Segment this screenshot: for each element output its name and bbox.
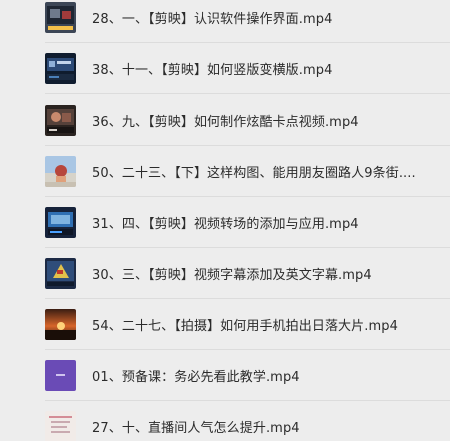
list-item[interactable]: 28、一、【剪映】认识软件操作界面.mp4: [0, 0, 450, 43]
list-item[interactable]: 27、十、直播间人气怎么提升.mp4: [0, 401, 450, 441]
video-thumbnail-icon: [45, 207, 76, 238]
video-thumbnail-icon: [45, 156, 76, 187]
video-thumbnail-icon: [45, 258, 76, 289]
video-thumbnail-icon: [45, 411, 76, 441]
list-item[interactable]: 30、三、【剪映】视频字幕添加及英文字幕.mp4: [0, 248, 450, 299]
file-title: 28、一、【剪映】认识软件操作界面.mp4: [92, 12, 333, 27]
list-item[interactable]: 54、二十七、【拍摄】如何用手机拍出日落大片.mp4: [0, 299, 450, 350]
file-list: 28、一、【剪映】认识软件操作界面.mp4 38、十一、【剪映】如何竖版变横版.…: [0, 0, 450, 441]
file-title: 36、九、【剪映】如何制作炫酷卡点视频.mp4: [92, 115, 359, 130]
video-thumbnail-icon: [45, 309, 76, 340]
file-title: 38、十一、【剪映】如何竖版变横版.mp4: [92, 63, 333, 78]
list-item[interactable]: 38、十一、【剪映】如何竖版变横版.mp4: [0, 43, 450, 94]
file-title: 30、三、【剪映】视频字幕添加及英文字幕.mp4: [92, 268, 372, 283]
video-thumbnail-icon: [45, 105, 76, 136]
list-item[interactable]: 36、九、【剪映】如何制作炫酷卡点视频.mp4: [0, 95, 450, 146]
list-item[interactable]: 50、二十三、【下】这样构图、能用朋友圈路人9条街....: [0, 146, 450, 197]
video-thumbnail-icon: [45, 2, 76, 33]
list-item[interactable]: 31、四、【剪映】视频转场的添加与应用.mp4: [0, 197, 450, 248]
video-thumbnail-icon: [45, 53, 76, 84]
file-title: 01、预备课：务必先看此教学.mp4: [92, 370, 300, 385]
file-title: 50、二十三、【下】这样构图、能用朋友圈路人9条街....: [92, 166, 416, 181]
list-item[interactable]: 01、预备课：务必先看此教学.mp4: [0, 350, 450, 401]
video-thumbnail-icon: [45, 360, 76, 391]
file-title: 54、二十七、【拍摄】如何用手机拍出日落大片.mp4: [92, 319, 398, 334]
file-title: 31、四、【剪映】视频转场的添加与应用.mp4: [92, 217, 359, 232]
file-title: 27、十、直播间人气怎么提升.mp4: [92, 421, 300, 436]
